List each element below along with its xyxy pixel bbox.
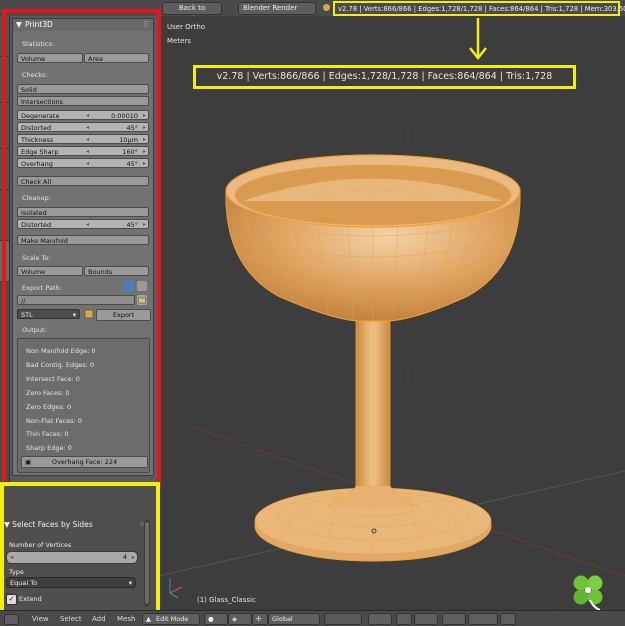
snap-toggle[interactable] [442,613,466,625]
add-menu[interactable]: Add [92,615,106,623]
mesh-menu[interactable]: Mesh [117,615,135,623]
clover-logo-icon [573,575,603,610]
orientation-select[interactable]: Global [268,613,320,625]
shading-select[interactable]: ● [204,613,228,625]
pivot-icon: ◈ [232,615,237,623]
select-menu[interactable]: Select [60,615,82,623]
3d-viewport[interactable]: User Ortho Meters (1) Glass_Classic [158,16,625,610]
print3d-highlight [2,9,161,487]
editor-type-icon[interactable] [4,614,19,625]
render-icon [322,3,331,12]
layers-widget[interactable] [324,613,362,625]
manipulator-toggle[interactable]: ✢ [252,613,268,625]
select-mode-buttons[interactable] [368,613,392,625]
viewport-canvas [158,16,625,610]
scene-stats-highlight: v2.78 | Verts:866/866 | Edges:1,728/1,72… [333,1,625,16]
operator-highlight [0,482,160,618]
render-engine-select[interactable]: Blender Render [238,2,316,15]
view-name-label: User Ortho [167,23,206,31]
back-to-previous-button[interactable]: Back to Previous [162,2,222,23]
scene-stats-zoom: v2.78 | Verts:866/866 | Edges:1,728/1,72… [193,65,576,89]
limit-selection-toggle[interactable] [396,613,412,625]
view-menu[interactable]: View [32,615,49,623]
snap-element-select[interactable] [468,613,498,625]
scene-stats: v2.78 | Verts:866/866 | Edges:1,728/1,72… [338,5,625,13]
bottom-header-bar: View Select Add Mesh ▲ Edit Mode ● ◈ ✢ G… [0,610,625,626]
pivot-select[interactable]: ◈ [228,613,252,625]
mesh-mode-icon: ▲ [146,615,151,623]
manipulator-icon: ✢ [256,615,262,623]
pointer-arrow-icon [469,18,487,61]
proportional-edit-select[interactable] [414,613,438,625]
opengl-render-button[interactable] [500,613,516,625]
units-label: Meters [167,37,191,45]
axis-gizmo-icon [169,578,183,599]
object-name-label: (1) Glass_Classic [197,596,256,604]
glass-mesh [225,154,521,562]
sphere-icon: ● [208,615,214,623]
mode-select[interactable]: ▲ Edit Mode [142,613,200,625]
